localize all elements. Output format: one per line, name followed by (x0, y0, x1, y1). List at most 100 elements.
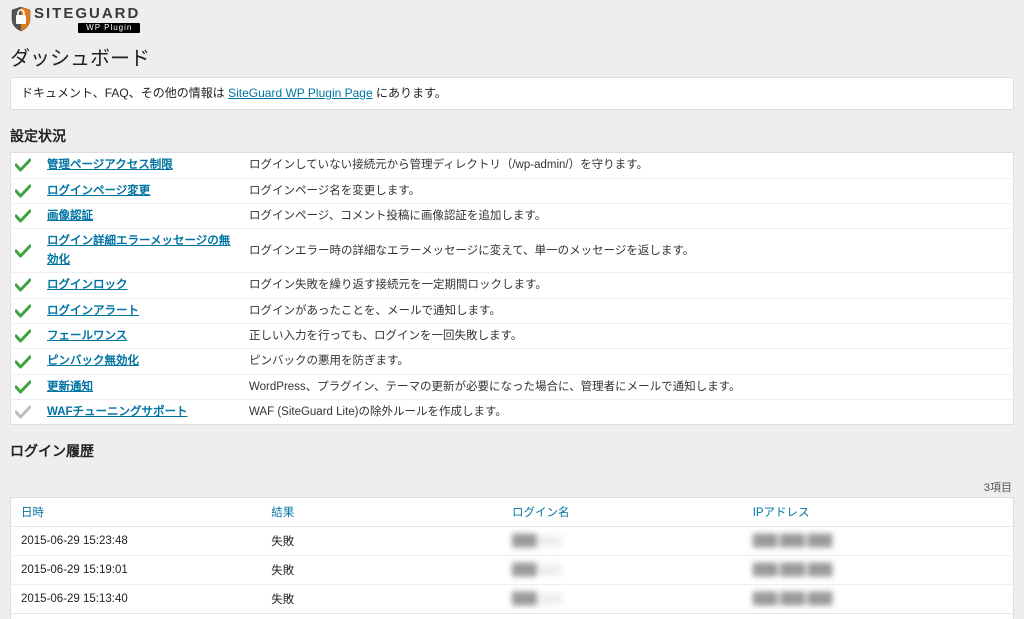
settings-desc: ピンバックの悪用を防ぎます。 (245, 349, 1014, 374)
settings-row: フェールワンス 正しい入力を行っても、ログインを一回失敗します。 (11, 323, 1014, 348)
settings-link[interactable]: ログインアラート (47, 305, 139, 317)
cell-result: 失敗 (261, 527, 502, 556)
settings-link[interactable]: ログイン詳細エラーメッセージの無効化 (47, 235, 230, 265)
settings-link[interactable]: WAFチューニングサポート (47, 406, 188, 418)
settings-row: 更新通知 WordPress、プラグイン、テーマの更新が必要になった場合に、管理者… (11, 374, 1014, 399)
status-icon-cell (11, 153, 44, 178)
settings-row: 管理ページアクセス制限 ログインしていない接続元から管理ディレクトリ（/wp-ad… (11, 153, 1014, 178)
cell-datetime: 2015-06-29 15:13:40 (11, 585, 262, 614)
check-enabled-icon (15, 184, 35, 198)
settings-desc: ログイン失敗を繰り返す接続元を一定期間ロックします。 (245, 273, 1014, 298)
col-result[interactable]: 結果 (261, 498, 502, 527)
status-icon-cell (11, 323, 44, 348)
status-icon-cell (11, 203, 44, 228)
history-heading: ログイン履歴 (10, 441, 1014, 461)
status-icon-cell (11, 298, 44, 323)
settings-link[interactable]: ログインページ変更 (47, 185, 150, 197)
redacted-login: ███ (512, 564, 562, 576)
history-table: 日時 結果 ログイン名 IPアドレス 2015-06-29 15:23:48失敗… (10, 497, 1014, 619)
brand-name: SITEGUARD (34, 6, 140, 21)
shield-icon (10, 6, 32, 32)
check-enabled-icon (15, 304, 35, 318)
settings-link[interactable]: ログインロック (47, 279, 128, 291)
info-pre: ドキュメント、FAQ、その他の情報は (21, 86, 228, 100)
cell-ip: ███.███.███ (743, 556, 1014, 585)
settings-row: ログイン詳細エラーメッセージの無効化ログインエラー時の詳細なエラーメッセージに変… (11, 229, 1014, 273)
check-enabled-icon (15, 209, 35, 223)
settings-name-cell: ログインロック (43, 273, 245, 298)
settings-row: ログインアラート ログインがあったことを、メールで通知します。 (11, 298, 1014, 323)
redacted-ip: ███.███.███ (753, 564, 833, 576)
settings-desc: WordPress、プラグイン、テーマの更新が必要になった場合に、管理者にメール… (245, 374, 1014, 399)
status-icon-cell (11, 178, 44, 203)
brand-sub: WP Plugin (78, 23, 140, 33)
col-result-foot[interactable]: 結果 (261, 614, 502, 619)
settings-name-cell: 更新通知 (43, 374, 245, 399)
check-enabled-icon (15, 278, 35, 292)
col-datetime-foot[interactable]: 日時 (11, 614, 262, 619)
cell-ip: ███.███.███ (743, 585, 1014, 614)
history-row: 2015-06-29 15:13:40失敗 ███ ███.███.███ (11, 585, 1014, 614)
status-icon-cell (11, 273, 44, 298)
settings-name-cell: ログイン詳細エラーメッセージの無効化 (43, 229, 245, 273)
settings-name-cell: 管理ページアクセス制限 (43, 153, 245, 178)
settings-desc: ログインしていない接続元から管理ディレクトリ（/wp-admin/）を守ります。 (245, 153, 1014, 178)
info-post: にあります。 (373, 86, 447, 100)
settings-link[interactable]: 画像認証 (47, 210, 93, 222)
settings-link[interactable]: ピンバック無効化 (47, 355, 139, 367)
history-row: 2015-06-29 15:19:01失敗 ███ ███.███.███ (11, 556, 1014, 585)
cell-result: 失敗 (261, 556, 502, 585)
dashboard-page: SITEGUARD WP Plugin ダッシュボード ドキュメント、FAQ、そ… (0, 0, 1024, 619)
col-login-foot[interactable]: ログイン名 (502, 614, 743, 619)
history-row: 2015-06-29 15:23:48失敗 ███ ███.███.███ (11, 527, 1014, 556)
settings-row: WAFチューニングサポートWAF (SiteGuard Lite)の除外ルールを… (11, 400, 1014, 425)
settings-link[interactable]: 管理ページアクセス制限 (47, 159, 173, 171)
settings-name-cell: WAFチューニングサポート (43, 400, 245, 425)
plugin-page-link[interactable]: SiteGuard WP Plugin Page (228, 86, 373, 100)
settings-desc: ログインページ、コメント投稿に画像認証を追加します。 (245, 203, 1014, 228)
settings-name-cell: フェールワンス (43, 323, 245, 348)
settings-link[interactable]: フェールワンス (47, 330, 127, 342)
check-enabled-icon (15, 355, 35, 369)
cell-login: ███ (502, 585, 743, 614)
redacted-login: ███ (512, 593, 562, 605)
col-datetime[interactable]: 日時 (11, 498, 262, 527)
settings-name-cell: ピンバック無効化 (43, 349, 245, 374)
settings-link[interactable]: 更新通知 (47, 381, 93, 393)
cell-ip: ███.███.███ (743, 527, 1014, 556)
settings-heading: 設定状況 (10, 126, 1014, 146)
settings-row: ログインページ変更ログインページ名を変更します。 (11, 178, 1014, 203)
status-icon-cell (11, 400, 44, 425)
settings-desc: 正しい入力を行っても、ログインを一回失敗します。 (245, 323, 1014, 348)
history-footer-row: 日時 結果 ログイン名 IPアドレス (11, 614, 1014, 619)
settings-row: ピンバック無効化 ピンバックの悪用を防ぎます。 (11, 349, 1014, 374)
settings-table: 管理ページアクセス制限 ログインしていない接続元から管理ディレクトリ（/wp-ad… (10, 152, 1014, 425)
check-disabled-icon (15, 405, 35, 419)
cell-datetime: 2015-06-29 15:23:48 (11, 527, 262, 556)
check-enabled-icon (15, 244, 35, 258)
status-icon-cell (11, 374, 44, 399)
settings-desc: ログインがあったことを、メールで通知します。 (245, 298, 1014, 323)
col-ip[interactable]: IPアドレス (743, 498, 1014, 527)
brand-logo: SITEGUARD WP Plugin (10, 4, 1014, 34)
col-login[interactable]: ログイン名 (502, 498, 743, 527)
cell-result: 失敗 (261, 585, 502, 614)
page-title: ダッシュボード (10, 42, 1014, 71)
settings-name-cell: ログインアラート (43, 298, 245, 323)
settings-name-cell: 画像認証 (43, 203, 245, 228)
check-enabled-icon (15, 329, 35, 343)
settings-row: ログインロック ログイン失敗を繰り返す接続元を一定期間ロックします。 (11, 273, 1014, 298)
redacted-ip: ███.███.███ (753, 535, 833, 547)
info-box: ドキュメント、FAQ、その他の情報は SiteGuard WP Plugin P… (10, 77, 1014, 110)
redacted-ip: ███.███.███ (753, 593, 833, 605)
check-enabled-icon (15, 158, 35, 172)
brand-text: SITEGUARD WP Plugin (34, 6, 140, 33)
cell-datetime: 2015-06-29 15:19:01 (11, 556, 262, 585)
status-icon-cell (11, 349, 44, 374)
col-ip-foot[interactable]: IPアドレス (743, 614, 1014, 619)
history-header-row: 日時 結果 ログイン名 IPアドレス (11, 498, 1014, 527)
check-enabled-icon (15, 380, 35, 394)
settings-row: 画像認証 ログインページ、コメント投稿に画像認証を追加します。 (11, 203, 1014, 228)
history-count-top: 3項目 (10, 479, 1012, 495)
redacted-login: ███ (512, 535, 562, 547)
